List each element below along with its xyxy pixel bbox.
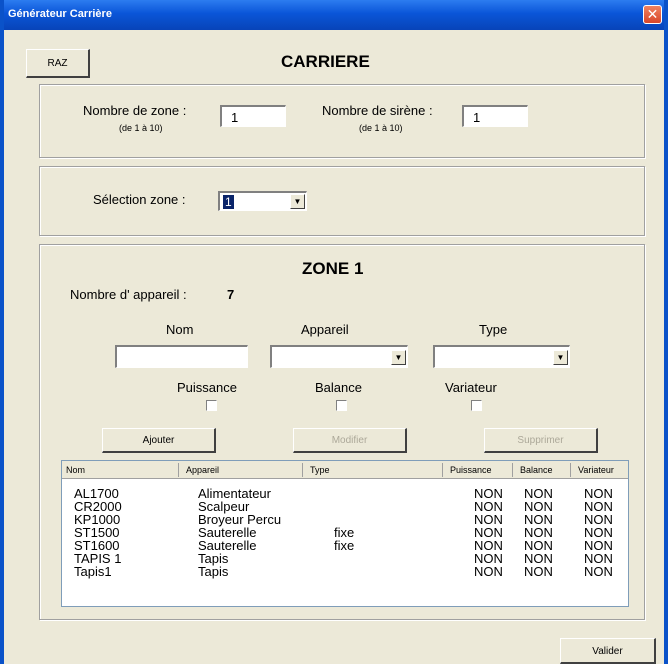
variateur-label: Variateur — [445, 380, 497, 395]
zone-count-label: Nombre de zone : — [83, 103, 187, 118]
chevron-down-icon[interactable]: ▼ — [290, 194, 305, 209]
zone-title: ZONE 1 — [302, 259, 364, 278]
puissance-checkbox[interactable] — [206, 400, 217, 411]
col-type[interactable]: Type — [310, 465, 330, 475]
balance-label: Balance — [315, 380, 362, 395]
col-nom[interactable]: Nom — [66, 465, 85, 475]
zone-select-value: 1 — [223, 195, 234, 209]
table-header: Nom Appareil Type Puissance Balance Vari… — [62, 461, 628, 479]
raz-button[interactable]: RAZ — [26, 49, 90, 78]
variateur-checkbox[interactable] — [471, 400, 482, 411]
zone-count-input[interactable]: 1 — [220, 105, 286, 127]
supprimer-button[interactable]: Supprimer — [484, 428, 598, 453]
type-label: Type — [479, 322, 508, 337]
chevron-down-icon[interactable]: ▼ — [553, 350, 568, 365]
config-panel: Nombre de zone : (de 1 à 10) 1 Nombre de… — [39, 84, 645, 158]
valider-button[interactable]: Valider — [560, 638, 656, 664]
page-title: CARRIERE — [281, 52, 370, 71]
device-table[interactable]: Nom Appareil Type Puissance Balance Vari… — [61, 460, 629, 607]
appareil-select[interactable]: ▼ — [270, 345, 408, 368]
puissance-label: Puissance — [177, 380, 237, 395]
app-window: Générateur Carrière ✕ RAZ CARRIERE Nombr… — [0, 0, 668, 664]
zone-select-label: Sélection zone : — [93, 192, 186, 207]
ajouter-button[interactable]: Ajouter — [102, 428, 216, 453]
col-puissance[interactable]: Puissance — [450, 465, 492, 475]
balance-checkbox[interactable] — [336, 400, 347, 411]
col-variateur[interactable]: Variateur — [578, 465, 614, 475]
siren-count-input[interactable]: 1 — [462, 105, 528, 127]
modifier-button[interactable]: Modifier — [293, 428, 407, 453]
zone-select[interactable]: 1 ▼ — [218, 191, 307, 211]
appareil-label: Appareil — [301, 322, 349, 337]
selection-panel: Sélection zone : 1 ▼ — [39, 166, 645, 236]
device-count-label: Nombre d' appareil : — [70, 287, 187, 302]
chevron-down-icon[interactable]: ▼ — [391, 350, 406, 365]
window-title: Générateur Carrière — [8, 8, 112, 20]
col-balance[interactable]: Balance — [520, 465, 553, 475]
siren-count-label: Nombre de sirène : — [322, 103, 433, 118]
type-select[interactable]: ▼ — [433, 345, 570, 368]
device-count-value: 7 — [227, 287, 235, 302]
table-row[interactable]: Tapis1 Tapis NON NON NON — [62, 565, 628, 578]
zone-count-hint: (de 1 à 10) — [119, 123, 163, 133]
siren-count-hint: (de 1 à 10) — [359, 123, 403, 133]
col-appareil[interactable]: Appareil — [186, 465, 219, 475]
close-icon[interactable]: ✕ — [643, 5, 662, 24]
nom-input[interactable] — [115, 345, 248, 368]
title-bar: Générateur Carrière ✕ — [4, 0, 664, 30]
nom-label: Nom — [166, 322, 194, 337]
